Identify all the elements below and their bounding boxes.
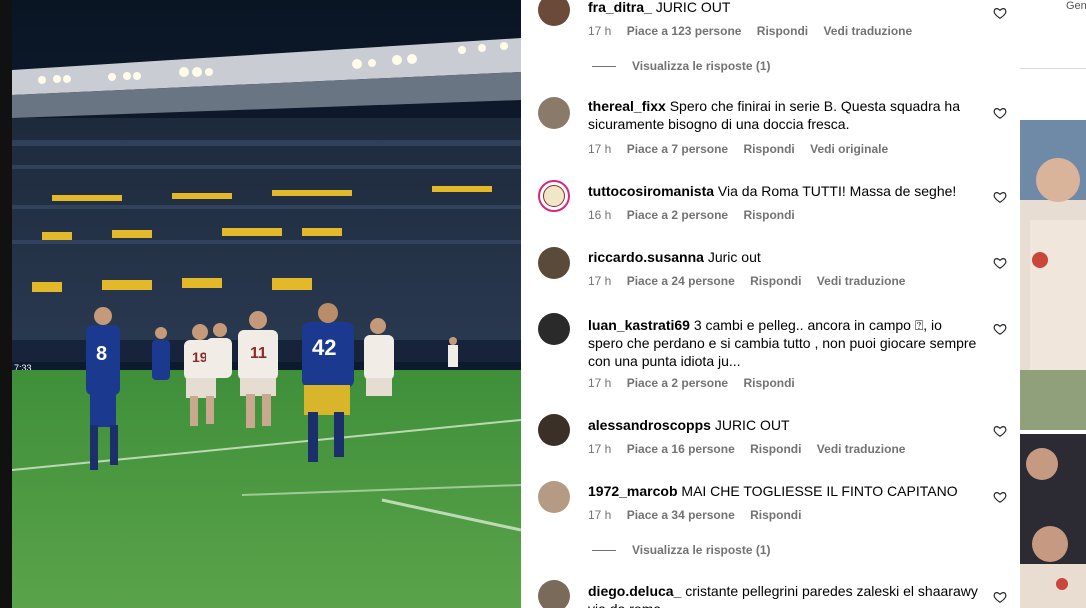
avatar[interactable] [538, 481, 570, 513]
translate-button[interactable]: Vedi traduzione [817, 274, 906, 288]
comment-username[interactable]: diego.deluca_ [588, 583, 681, 599]
reply-button[interactable]: Rispondi [743, 142, 794, 156]
comment-meta: 16 h Piace a 2 persone Rispondi [588, 208, 807, 222]
reply-button[interactable]: Rispondi [743, 208, 794, 222]
reply-button[interactable]: Rispondi [750, 508, 801, 522]
comment-username[interactable]: thereal_fixx [588, 98, 666, 114]
heart-icon[interactable] [993, 490, 1007, 504]
translate-button[interactable]: Vedi traduzione [823, 24, 912, 38]
comment-meta: 17 h Piace a 16 persone Rispondi Vedi tr… [588, 442, 917, 456]
comment-meta: 17 h Piace a 24 persone Rispondi Vedi tr… [588, 274, 917, 288]
related-post-thumbnail[interactable] [1020, 434, 1086, 608]
comment-username[interactable]: riccardo.susanna [588, 249, 704, 265]
avatar[interactable] [538, 0, 570, 26]
comment-meta: 17 h Piace a 2 persone Rispondi [588, 376, 807, 390]
reply-button[interactable]: Rispondi [757, 24, 808, 38]
like-count[interactable]: Piace a 123 persone [627, 24, 742, 38]
heart-icon[interactable] [993, 256, 1007, 270]
svg-text:42: 42 [312, 335, 336, 360]
comment-username[interactable]: 1972_marcob [588, 483, 678, 499]
heart-icon[interactable] [993, 6, 1007, 20]
comments-panel[interactable]: fra_ditra_ JURIC OUT 17 h Piace a 123 pe… [521, 0, 1020, 608]
comment-username[interactable]: luan_kastrati69 [588, 317, 690, 333]
related-post-thumbnail[interactable] [1020, 120, 1086, 430]
comment-time: 16 h [588, 208, 612, 222]
comment-time: 17 h [588, 376, 612, 390]
translate-button[interactable]: Vedi originale [810, 142, 888, 156]
view-replies-button[interactable]: Visualizza le risposte (1) [592, 543, 771, 557]
comment-text: MAI CHE TOGLIESSE IL FINTO CAPITANO [681, 483, 958, 499]
comment-time: 17 h [588, 142, 612, 156]
view-replies-label: Visualizza le risposte (1) [632, 59, 771, 73]
right-header-text: Gen [1066, 0, 1086, 12]
avatar[interactable] [538, 313, 570, 345]
comment-text: Via da Roma TUTTI! Massa de seghe! [717, 183, 957, 199]
comment-username[interactable]: tuttocosiromanista [588, 183, 714, 199]
replies-divider [592, 549, 616, 551]
svg-text:19: 19 [192, 349, 208, 365]
avatar[interactable] [538, 180, 570, 212]
player-far [448, 337, 458, 367]
svg-text:8: 8 [96, 343, 107, 365]
heart-icon[interactable] [993, 106, 1007, 120]
comment-time: 17 h [588, 274, 612, 288]
thumbnail-image [1020, 434, 1086, 608]
stadium-photo: 7:33 8 42 19 11 [12, 0, 521, 608]
replies-divider [592, 65, 616, 67]
like-count[interactable]: Piace a 24 persone [627, 274, 735, 288]
like-count[interactable]: Piace a 2 persone [627, 208, 728, 222]
comment-time: 17 h [588, 24, 612, 38]
comment-time: 17 h [588, 442, 612, 456]
heart-icon[interactable] [993, 590, 1007, 604]
avatar[interactable] [538, 97, 570, 129]
avatar[interactable] [538, 247, 570, 279]
thumbnail-image [1020, 120, 1086, 430]
avatar[interactable] [538, 414, 570, 446]
reply-button[interactable]: Rispondi [750, 274, 801, 288]
reply-button[interactable]: Rispondi [743, 376, 794, 390]
comment-meta: 17 h Piace a 123 persone Rispondi Vedi t… [588, 24, 924, 38]
like-count[interactable]: Piace a 7 persone [627, 142, 728, 156]
like-count[interactable]: Piace a 16 persone [627, 442, 735, 456]
view-replies-label: Visualizza le risposte (1) [632, 543, 771, 557]
reply-button[interactable]: Rispondi [750, 442, 801, 456]
heart-icon[interactable] [993, 424, 1007, 438]
window-left-edge [0, 0, 12, 608]
comment-text: JURIC OUT [714, 417, 790, 433]
like-count[interactable]: Piace a 2 persone [627, 376, 728, 390]
like-count[interactable]: Piace a 34 persone [627, 508, 735, 522]
comment-username[interactable]: alessandroscopps [588, 417, 711, 433]
view-replies-button[interactable]: Visualizza le risposte (1) [592, 59, 771, 73]
comment-text: JURIC OUT [655, 0, 731, 15]
comment-meta: 17 h Piace a 7 persone Rispondi Vedi ori… [588, 142, 900, 156]
translate-button[interactable]: Vedi traduzione [817, 442, 906, 456]
comment-username[interactable]: fra_ditra_ [588, 0, 652, 15]
comment-meta: 17 h Piace a 34 persone Rispondi [588, 508, 813, 522]
divider [1020, 68, 1086, 69]
comment-time: 17 h [588, 508, 612, 522]
heart-icon[interactable] [993, 322, 1007, 336]
comment-text: Juric out [707, 249, 761, 265]
avatar[interactable] [538, 580, 570, 608]
heart-icon[interactable] [993, 190, 1007, 204]
svg-text:11: 11 [250, 345, 267, 362]
post-photo[interactable]: 7:33 8 42 19 11 [12, 0, 521, 608]
